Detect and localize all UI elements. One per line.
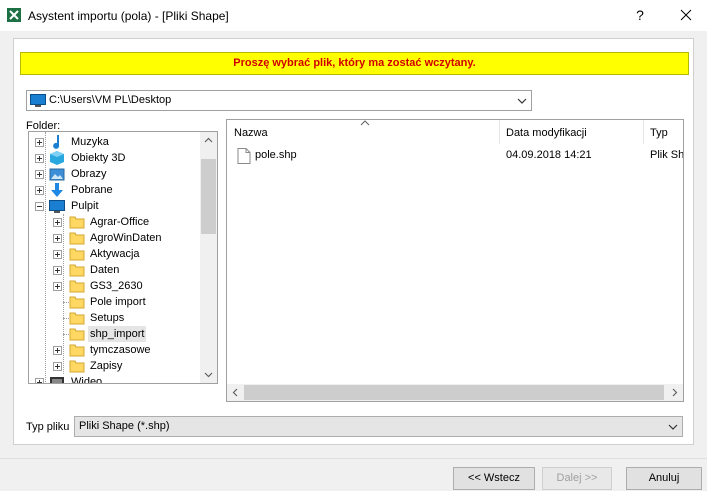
folder-icon [69,360,85,373]
file-type-label: Typ pliku [26,421,70,433]
downloads-icon [51,183,63,197]
back-button[interactable]: << Wstecz [453,467,535,490]
3d-objects-icon [50,151,64,165]
file-modified: 04.09.2018 14:21 [506,149,592,161]
folder-icon [69,296,85,309]
file-name: pole.shp [255,149,297,161]
tree-item-label: Obiekty 3D [71,152,126,164]
tree-item[interactable]: Agrar-Office [29,214,201,230]
expand-icon[interactable] [53,346,62,355]
file-type-combobox[interactable]: Pliki Shape (*.shp) [74,416,683,437]
folder-icon [69,232,85,245]
column-header-modified[interactable]: Data modyfikacji [499,120,643,144]
tree-item-selected[interactable]: shp_import [29,326,201,342]
tree-item[interactable]: Daten [29,262,201,278]
expand-icon[interactable] [53,218,62,227]
tree-item-label: Wideo [71,376,103,384]
dialog-footer: << Wstecz Dalej >> Anuluj [0,458,707,491]
expand-icon[interactable] [35,186,44,195]
tree-item-label: Pobrane [71,184,113,196]
tree-scrollbar[interactable] [200,132,217,383]
window-title: Asystent importu (pola) - [Pliki Shape] [28,9,229,23]
video-folder-icon [50,377,64,383]
expand-icon[interactable] [53,282,62,291]
expand-icon[interactable] [35,138,44,147]
tree-item-label: GS3_2630 [90,280,143,292]
folder-icon [69,328,85,341]
tree-item[interactable]: Pulpit [29,198,201,214]
file-list-header: Nazwa Data modyfikacji Typ [227,120,683,144]
tree-item-label: Aktywacja [90,248,140,260]
music-folder-icon [53,135,60,149]
collapse-icon[interactable] [35,202,44,211]
tree-item-label: Daten [90,264,120,276]
expand-icon[interactable] [35,154,44,163]
chevron-left-icon[interactable] [227,384,244,401]
expand-icon[interactable] [35,170,44,179]
tree-item-label: Pulpit [71,200,99,212]
tree-item[interactable]: Wideo [29,374,201,384]
title-bar: Asystent importu (pola) - [Pliki Shape] … [0,0,707,31]
tree-item[interactable]: Aktywacja [29,246,201,262]
tree-item-label: Muzyka [71,136,109,148]
tree-item-label: Pole import [90,296,146,308]
folder-icon [69,312,85,325]
folder-tree[interactable]: Muzyka Obiekty 3D Obrazy Pobrane Pulpit [28,131,218,384]
excel-x-icon [7,8,21,22]
chevron-right-icon[interactable] [666,384,683,401]
tree-item[interactable]: AgroWinDaten [29,230,201,246]
tree-item[interactable]: Zapisy [29,358,201,374]
expand-icon[interactable] [53,250,62,259]
column-header-name[interactable]: Nazwa [227,120,499,144]
tree-item[interactable]: GS3_2630 [29,278,201,294]
tree-item[interactable]: Obiekty 3D [29,150,201,166]
expand-icon[interactable] [53,266,62,275]
tree-item-label: Agrar-Office [90,216,150,228]
desktop-icon [49,200,65,213]
tree-item[interactable]: Muzyka [29,134,201,150]
help-button[interactable]: ? [626,3,654,27]
folder-icon [69,280,85,293]
column-header-type[interactable]: Typ [643,120,683,144]
tree-item-label: Zapisy [90,360,123,372]
chevron-up-icon[interactable] [200,132,217,149]
expand-icon[interactable] [35,378,44,383]
monitor-icon [30,94,46,107]
file-list-hscrollbar[interactable] [227,384,683,401]
chevron-down-icon[interactable] [513,91,531,110]
close-icon[interactable] [672,3,700,27]
tree-item-label: Obrazy [71,168,107,180]
cancel-button[interactable]: Anuluj [626,467,702,490]
tree-item[interactable]: Setups [29,310,201,326]
next-button[interactable]: Dalej >> [542,467,612,490]
file-list[interactable]: Nazwa Data modyfikacji Typ pole.shp 04.0… [226,119,684,402]
tree-item[interactable]: Pobrane [29,182,201,198]
tree-item-label: Setups [90,312,125,324]
file-type-value: Pliki Shape (*.shp) [79,420,170,432]
folder-icon [69,216,85,229]
folder-icon [69,344,85,357]
file-row[interactable]: pole.shp 04.09.2018 14:21 Plik Sh [227,146,684,166]
folder-icon [69,248,85,261]
chevron-down-icon[interactable] [200,366,217,383]
tree-item[interactable]: tymczasowe [29,342,201,358]
chevron-down-icon[interactable] [664,417,682,436]
pictures-folder-icon [49,168,65,181]
file-list-hscrollbar-thumb[interactable] [244,385,664,400]
tree-item-label: AgroWinDaten [90,232,162,244]
tree-item[interactable]: Obrazy [29,166,201,182]
instruction-banner: Proszę wybrać plik, który ma zostać wczy… [20,52,689,75]
folder-icon [69,264,85,277]
tree-scrollbar-thumb[interactable] [201,159,216,234]
tree-item[interactable]: Pole import [29,294,201,310]
path-combobox[interactable]: C:\Users\VM PL\Desktop [26,90,532,111]
path-value: C:\Users\VM PL\Desktop [49,94,172,106]
tree-item-label: tymczasowe [90,344,151,356]
file-icon [237,148,251,164]
expand-icon[interactable] [53,362,62,371]
tree-item-label: shp_import [88,326,147,342]
file-type: Plik Sh [650,149,684,161]
expand-icon[interactable] [53,234,62,243]
